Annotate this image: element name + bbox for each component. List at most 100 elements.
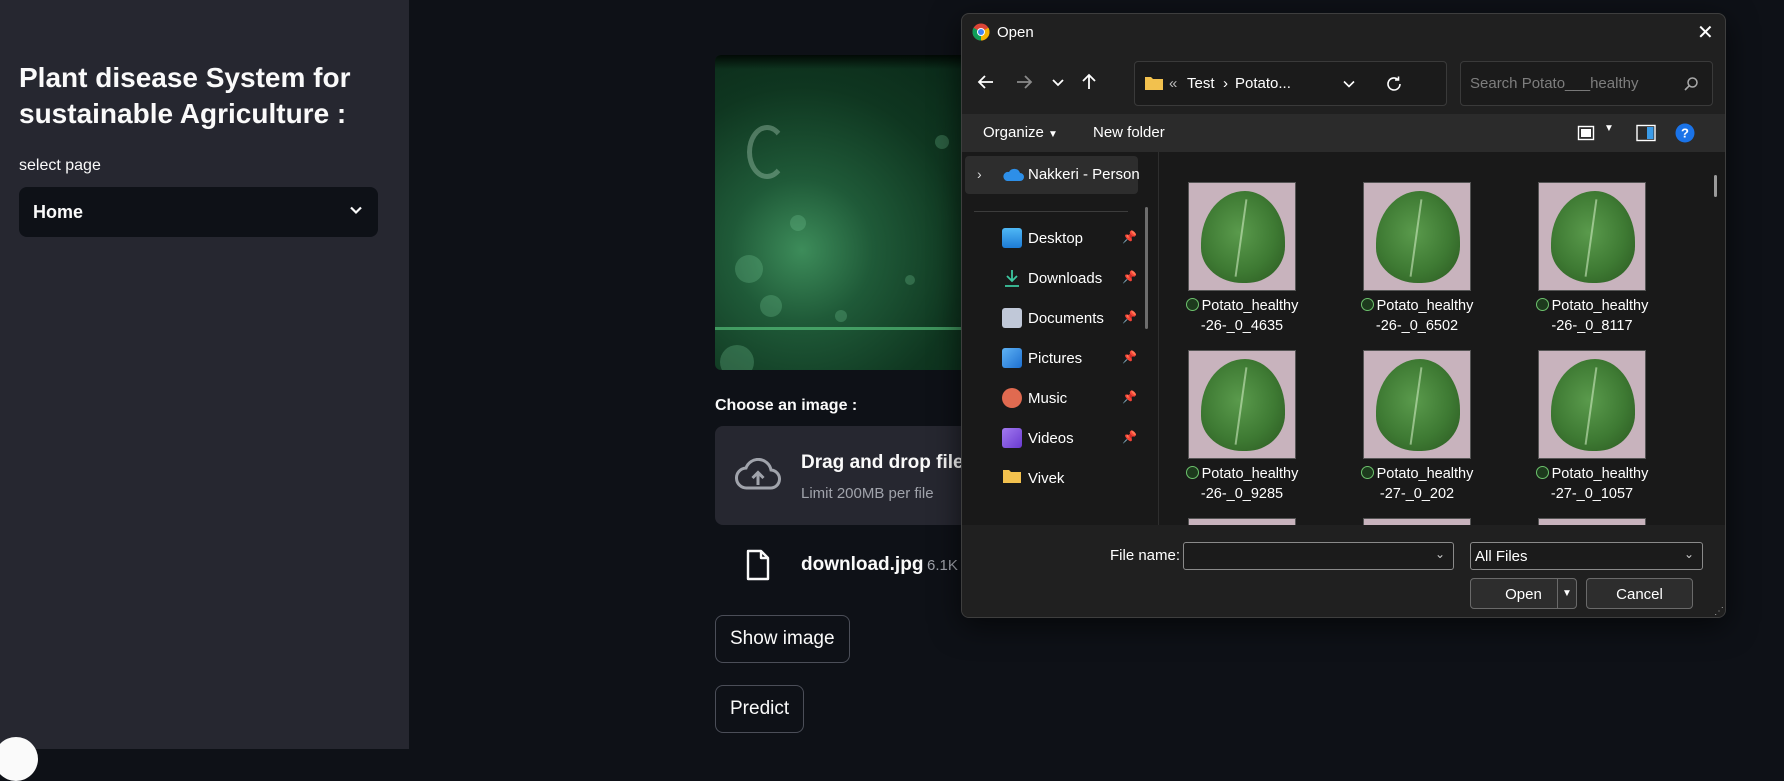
pin-icon: 📌: [1122, 430, 1137, 444]
pictures-icon: [1002, 348, 1022, 368]
tree-item-onedrive[interactable]: › Nakkeri - Person: [965, 156, 1140, 194]
resize-grip-icon[interactable]: ⋰: [1714, 606, 1724, 617]
file-caption[interactable]: Potato_healthy -26-_0_8117: [1512, 296, 1672, 336]
onedrive-cloud-icon: [1002, 168, 1024, 187]
tree-item-label: Music: [1028, 389, 1068, 407]
page-select-label: select page: [19, 157, 101, 174]
chevron-down-icon[interactable]: ⌄: [1684, 547, 1694, 561]
file-thumbnail[interactable]: [1538, 350, 1646, 459]
file-type-select[interactable]: All Files ⌄: [1470, 542, 1703, 570]
sidebar-title: Plant disease System for sustainable Agr…: [19, 62, 351, 129]
file-name-line2: -27-_0_202: [1379, 486, 1455, 502]
uploaded-file-size: 6.1K: [927, 557, 958, 574]
file-caption[interactable]: Potato_healthy -26-_0_9285: [1162, 464, 1322, 504]
new-folder-button[interactable]: New folder: [1093, 124, 1165, 141]
file-name-line2: -26-_0_9285: [1200, 486, 1284, 502]
address-overflow[interactable]: «: [1169, 75, 1177, 92]
file-icon: [745, 549, 771, 586]
file-caption[interactable]: Potato_healthy -26-_0_6502: [1337, 296, 1497, 336]
file-caption[interactable]: Potato_healthy -27-_0_1057: [1512, 464, 1672, 504]
navigation-tree: › Nakkeri - Person Desktop 📌 Downloads 📌: [962, 152, 1155, 525]
address-dropdown-icon[interactable]: [1341, 76, 1357, 97]
view-options-icon[interactable]: [1577, 124, 1595, 147]
refresh-icon[interactable]: [1385, 75, 1403, 98]
help-icon[interactable]: ?: [1675, 123, 1695, 148]
open-button[interactable]: Open ▼: [1470, 578, 1577, 609]
tree-item-pictures[interactable]: Pictures: [1002, 346, 1082, 370]
sync-check-icon: [1360, 466, 1374, 479]
chevron-down-icon[interactable]: ⌄: [1435, 547, 1445, 561]
leaf-image: [1201, 359, 1285, 451]
file-name-input[interactable]: ⌄: [1183, 542, 1454, 570]
tree-divider: [974, 211, 1128, 212]
leaf-image: [1551, 359, 1635, 451]
tree-scrollbar[interactable]: [1145, 207, 1148, 329]
hero-bubble: [835, 310, 847, 322]
back-arrow-icon[interactable]: [976, 72, 996, 98]
file-thumbnail[interactable]: [1188, 182, 1296, 291]
breadcrumb-chevron-icon: ›: [1223, 75, 1228, 92]
tree-item-music[interactable]: Music: [1002, 386, 1067, 410]
file-thumbnail[interactable]: [1363, 182, 1471, 291]
sync-check-icon: [1535, 466, 1549, 479]
page-select[interactable]: Home: [19, 187, 378, 237]
hero-bubble: [760, 295, 782, 317]
tree-item-downloads[interactable]: Downloads: [1002, 266, 1102, 290]
organize-menu[interactable]: Organize ▼: [983, 124, 1058, 141]
cancel-button[interactable]: Cancel: [1586, 578, 1693, 609]
leaf-image: [1551, 191, 1635, 283]
hero-bubble: [935, 135, 949, 149]
search-box[interactable]: Search Potato___healthy: [1460, 61, 1713, 106]
desktop-icon: [1002, 228, 1022, 248]
recent-locations-chevron-icon[interactable]: [1048, 72, 1068, 98]
dropzone-limit: Limit 200MB per file: [801, 485, 934, 502]
status-widget[interactable]: [0, 737, 38, 781]
open-dropdown-icon[interactable]: ▼: [1557, 579, 1576, 608]
hero-bubble: [720, 345, 754, 370]
organize-label: Organize: [983, 124, 1044, 141]
address-bar[interactable]: « Test › Potato...: [1134, 61, 1447, 106]
forward-arrow-icon[interactable]: [1014, 72, 1034, 98]
breadcrumb-test[interactable]: Test: [1187, 75, 1215, 92]
tree-item-label: Desktop: [1028, 229, 1084, 247]
leaf-image: [1376, 359, 1460, 451]
file-thumbnail[interactable]: [1538, 182, 1646, 291]
preview-pane-icon[interactable]: [1636, 124, 1656, 147]
up-arrow-icon[interactable]: [1079, 72, 1099, 98]
chevron-right-icon[interactable]: ›: [977, 166, 982, 182]
download-icon: [1002, 268, 1022, 288]
grid-scrollbar[interactable]: [1714, 175, 1717, 197]
predict-button[interactable]: Predict: [715, 685, 805, 733]
dialog-footer: File name: ⌄ All Files ⌄ Open ▼ Cancel: [962, 525, 1725, 617]
music-icon: [1002, 388, 1022, 408]
folder-icon: [1002, 468, 1022, 488]
tree-item-documents[interactable]: Documents: [1002, 306, 1104, 330]
close-icon[interactable]: ✕: [1697, 20, 1714, 45]
file-thumbnail[interactable]: [1363, 350, 1471, 459]
file-thumbnail[interactable]: [1188, 350, 1296, 459]
file-name-line2: -27-_0_1057: [1550, 486, 1634, 502]
file-name-line1: Potato_healthy: [1201, 298, 1299, 314]
tree-item-desktop[interactable]: Desktop: [1002, 226, 1083, 250]
search-icon[interactable]: [1683, 76, 1699, 97]
sync-check-icon: [1185, 466, 1199, 479]
tree-item-videos[interactable]: Videos: [1002, 426, 1074, 450]
dialog-toolbar: Organize ▼ New folder ▼ ?: [962, 114, 1725, 152]
cloud-upload-icon: [735, 457, 781, 497]
open-button-label: Open: [1505, 586, 1542, 603]
tree-item-vivek[interactable]: Vivek: [1002, 466, 1064, 490]
file-caption[interactable]: Potato_healthy -27-_0_202: [1337, 464, 1497, 504]
pin-icon: 📌: [1122, 310, 1137, 324]
file-name-line2: -26-_0_8117: [1551, 318, 1633, 334]
dialog-titlebar: Open ✕: [962, 14, 1725, 50]
breadcrumb-potato[interactable]: Potato...: [1235, 75, 1291, 92]
file-caption[interactable]: Potato_healthy -26-_0_4635: [1162, 296, 1322, 336]
show-image-button[interactable]: Show image: [715, 615, 850, 663]
file-name-line1: Potato_healthy: [1551, 298, 1649, 314]
sync-check-icon: [1535, 298, 1549, 311]
choose-image-label: Choose an image :: [715, 397, 858, 414]
view-dropdown-icon[interactable]: ▼: [1604, 123, 1614, 134]
file-name-line2: -26-_0_6502: [1375, 318, 1459, 334]
tree-item-label: Nakkeri - Person: [1028, 166, 1140, 183]
document-icon: [1002, 308, 1022, 328]
